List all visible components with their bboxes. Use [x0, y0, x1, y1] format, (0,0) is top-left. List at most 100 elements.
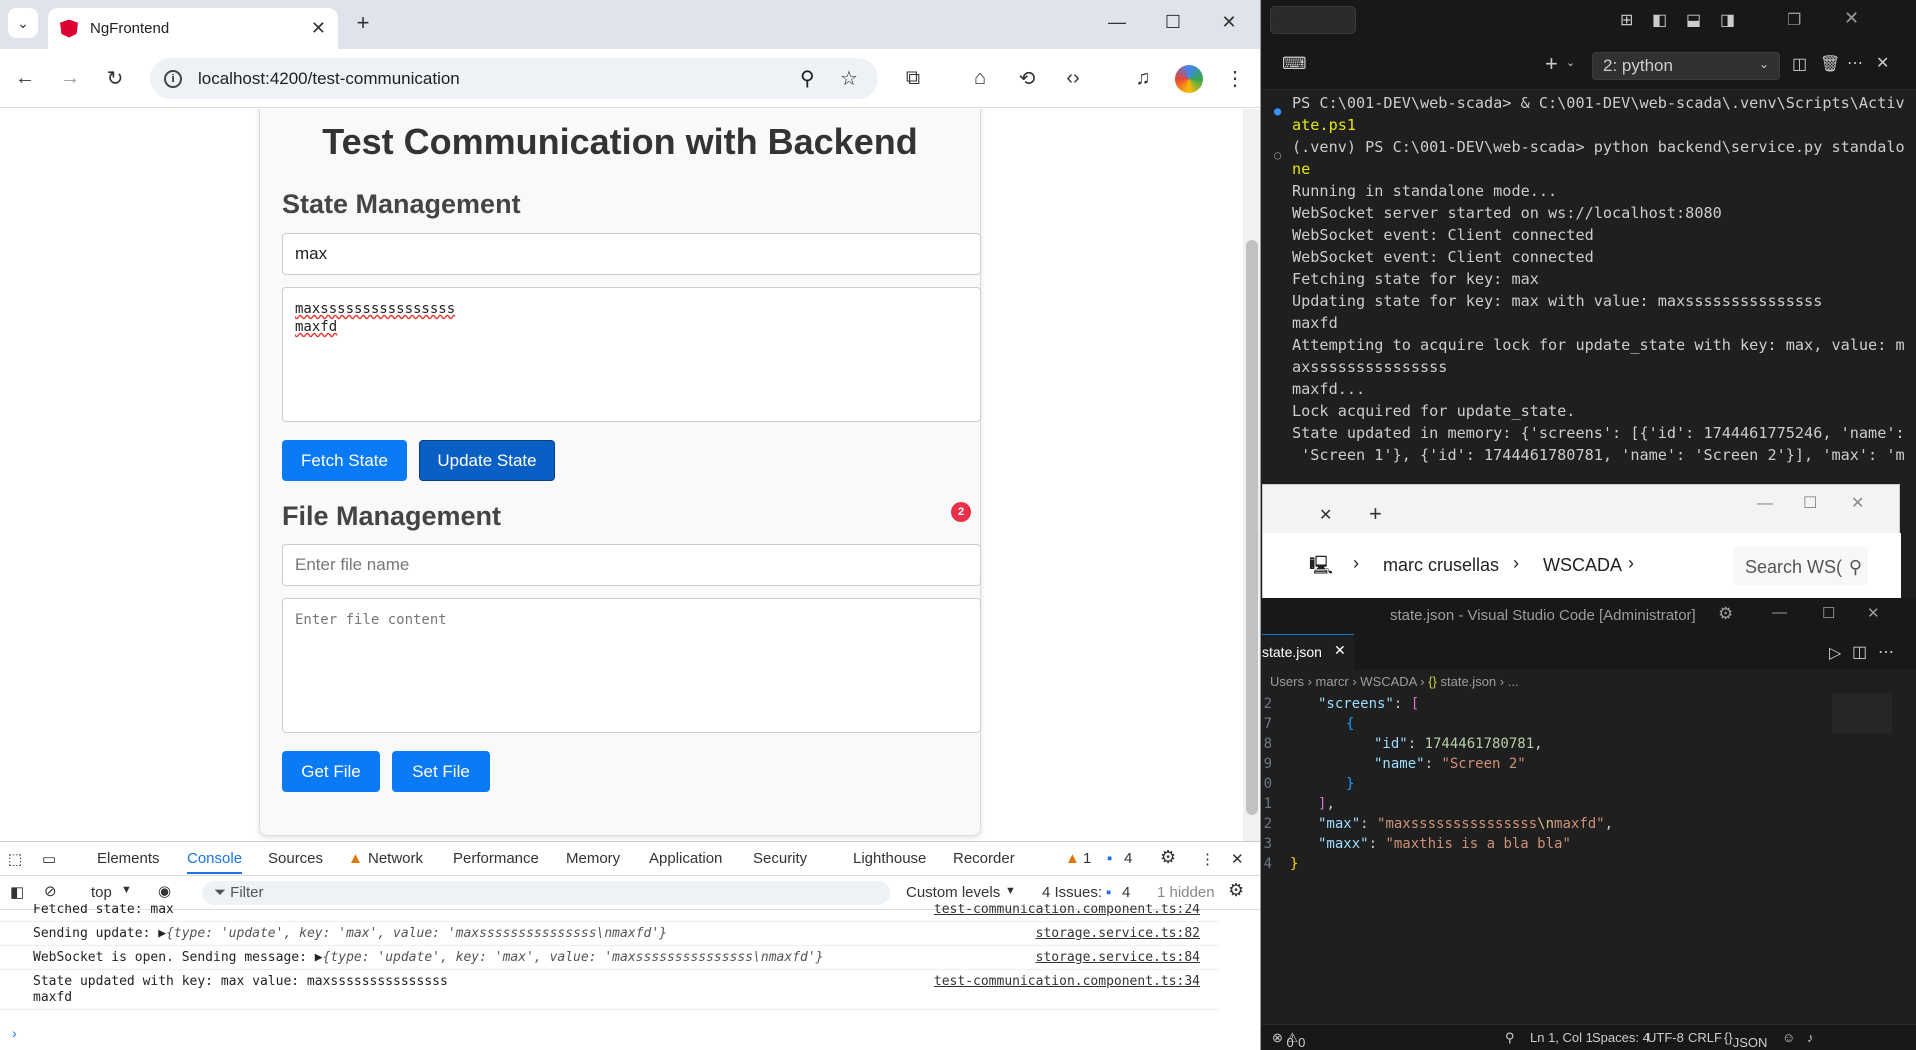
new-tab-icon[interactable]: +	[343, 10, 383, 36]
copilot-icon[interactable]: ☺	[1782, 1030, 1795, 1045]
notifications-icon[interactable]: ♪	[1807, 1030, 1814, 1045]
zoom-icon[interactable]: ⚲	[800, 66, 815, 91]
maximize-icon[interactable]: ☐	[1153, 12, 1193, 33]
toggle-sidebar-icon[interactable]: ◧	[1652, 10, 1667, 30]
issues-count[interactable]: 4	[1122, 884, 1130, 901]
breadcrumb-item[interactable]: WSCADA	[1543, 555, 1622, 576]
media-icon[interactable]: ♫	[1128, 63, 1158, 93]
tab-memory[interactable]: Memory	[566, 850, 620, 867]
split-editor-icon[interactable]: ◫	[1852, 642, 1867, 662]
maximize-icon[interactable]: ☐	[1822, 604, 1835, 622]
terminal-close-window-icon[interactable]: ✕	[1844, 8, 1859, 29]
breadcrumb-item[interactable]: state.json	[1441, 674, 1497, 689]
breadcrumb-item[interactable]: WSCADA	[1360, 674, 1416, 689]
restore-icon[interactable]: ❐	[1787, 10, 1801, 30]
settings-gear-icon[interactable]: ⚙	[1160, 847, 1176, 868]
new-tab-icon[interactable]: +	[1369, 501, 1382, 527]
log-source-link[interactable]: storage.service.ts:82	[1036, 926, 1200, 942]
new-terminal-icon[interactable]: +	[1545, 51, 1558, 77]
run-icon[interactable]: ▷	[1829, 643, 1841, 663]
console-settings-icon[interactable]: ⚙	[1228, 880, 1244, 901]
state-key-input[interactable]: max	[282, 233, 981, 275]
accounts-gear-icon[interactable]: ⚙	[1718, 604, 1733, 624]
cursor-position[interactable]: Ln 1, Col 1	[1530, 1030, 1593, 1045]
console-prompt-icon[interactable]: ›	[12, 1025, 17, 1041]
inspect-icon[interactable]: ⬚	[8, 850, 22, 868]
close-tab-icon[interactable]: ✕	[1319, 505, 1332, 525]
layout-icon[interactable]: ⊞	[1620, 10, 1633, 30]
terminal-more-icon[interactable]: ⋯	[1847, 53, 1863, 73]
tab-recorder[interactable]: Recorder	[953, 850, 1015, 867]
more-icon[interactable]: ⋮	[1200, 850, 1215, 868]
encoding[interactable]: UTF-8	[1647, 1030, 1684, 1045]
browser-tab[interactable]: NgFrontend ✕	[48, 8, 338, 49]
log-source-link[interactable]: test-communication.component.ts:24	[934, 904, 1200, 918]
issues-label[interactable]: 4 Issues:	[1042, 884, 1102, 901]
fetch-state-button[interactable]: Fetch State	[282, 440, 407, 481]
bookmark-star-icon[interactable]: ☆	[840, 66, 858, 91]
terminal-output[interactable]: ● ○ PS C:\001-DEV\web-scada> & C:\001-DE…	[1262, 92, 1916, 484]
log-object[interactable]: {type: 'update', key: 'max', value: 'max…	[166, 926, 667, 941]
device-toolbar-icon[interactable]: ▭	[42, 850, 56, 868]
update-state-button[interactable]: Update State	[419, 440, 555, 481]
code-editor[interactable]: 2 "screens": [ 7{ 8 "id": 1744461780781, 9…	[1262, 694, 1822, 984]
editor-more-icon[interactable]: ⋯	[1878, 642, 1894, 662]
toggle-panel-icon[interactable]: ⬓	[1686, 10, 1701, 30]
close-devtools-icon[interactable]: ✕	[1231, 850, 1244, 868]
breadcrumb-item[interactable]: marc crusellas	[1383, 555, 1499, 576]
indentation[interactable]: Spaces: 4	[1592, 1030, 1650, 1045]
editor-tab[interactable]: state.json ✕	[1262, 634, 1354, 670]
history-icon[interactable]: ⟲	[1012, 63, 1042, 93]
new-terminal-chevron-icon[interactable]: ⌄	[1566, 56, 1575, 69]
minimize-icon[interactable]: —	[1772, 604, 1787, 621]
log-object[interactable]: {type: 'update', key: 'max', value: 'max…	[323, 950, 824, 965]
get-file-button[interactable]: Get File	[282, 751, 380, 792]
live-expression-icon[interactable]: ◉	[158, 882, 171, 900]
log-source-link[interactable]: test-communication.component.ts:34	[934, 974, 1200, 990]
tab-elements[interactable]: Elements	[97, 850, 160, 867]
split-terminal-icon[interactable]: ◫	[1792, 54, 1807, 74]
tab-application[interactable]: Application	[649, 850, 722, 867]
close-tab-icon[interactable]: ✕	[311, 18, 326, 39]
command-center[interactable]	[1270, 6, 1356, 34]
expand-triangle-icon[interactable]: ▶	[315, 950, 323, 965]
terminal-dropdown[interactable]: 2: python ⌄	[1592, 52, 1780, 80]
minimize-icon[interactable]: —	[1097, 12, 1137, 33]
filter-input[interactable]: ⏷ Filter	[202, 881, 890, 905]
site-info-icon[interactable]: i	[164, 69, 182, 88]
close-panel-icon[interactable]: ✕	[1876, 53, 1889, 73]
menu-icon[interactable]: ⋮	[1220, 63, 1250, 93]
context-select[interactable]: top	[91, 884, 112, 901]
log-source-link[interactable]: storage.service.ts:84	[1036, 950, 1200, 966]
issue-badge[interactable]: 2	[951, 502, 971, 522]
clear-console-icon[interactable]: ⊘	[44, 882, 57, 900]
expand-triangle-icon[interactable]: ▶	[158, 926, 166, 941]
problems-indicator[interactable]: ⊗ 0 ⚠ 0	[1272, 1030, 1305, 1050]
close-window-icon[interactable]: ✕	[1867, 604, 1880, 622]
toggle-secondary-icon[interactable]: ◨	[1720, 10, 1735, 30]
maximize-icon[interactable]: ☐	[1803, 493, 1817, 513]
close-tab-icon[interactable]: ✕	[1334, 642, 1346, 659]
sync-icon[interactable]: ⚲	[1505, 1030, 1515, 1046]
sidebar-toggle-icon[interactable]: ◧	[10, 883, 24, 901]
line-ending[interactable]: CRLF	[1688, 1030, 1722, 1045]
tab-search-button[interactable]: ⌄	[8, 8, 38, 38]
tab-security[interactable]: Security	[753, 850, 807, 867]
explorer-search-input[interactable]: Search WS( ⚲	[1733, 547, 1868, 585]
set-file-button[interactable]: Set File	[392, 751, 490, 792]
tab-console[interactable]: Console	[187, 850, 243, 874]
computer-icon[interactable]: 🖳	[1309, 553, 1333, 583]
minimap[interactable]	[1832, 694, 1892, 734]
reload-icon[interactable]: ↻	[100, 63, 130, 93]
minimize-icon[interactable]: —	[1757, 495, 1773, 513]
profile-avatar[interactable]	[1175, 65, 1203, 93]
warning-count[interactable]: 1	[1083, 850, 1091, 867]
breadcrumb-item[interactable]: ...	[1508, 674, 1519, 689]
back-icon[interactable]: ←	[10, 63, 40, 93]
forward-icon[interactable]: →	[55, 63, 85, 93]
close-window-icon[interactable]: ✕	[1209, 12, 1249, 33]
state-value-textarea[interactable]: maxssssssssssssssss maxfd	[282, 287, 981, 422]
levels-dropdown[interactable]: Custom levels	[906, 884, 1000, 901]
message-count[interactable]: 4	[1124, 850, 1132, 867]
breadcrumb-item[interactable]: Users	[1270, 674, 1304, 689]
